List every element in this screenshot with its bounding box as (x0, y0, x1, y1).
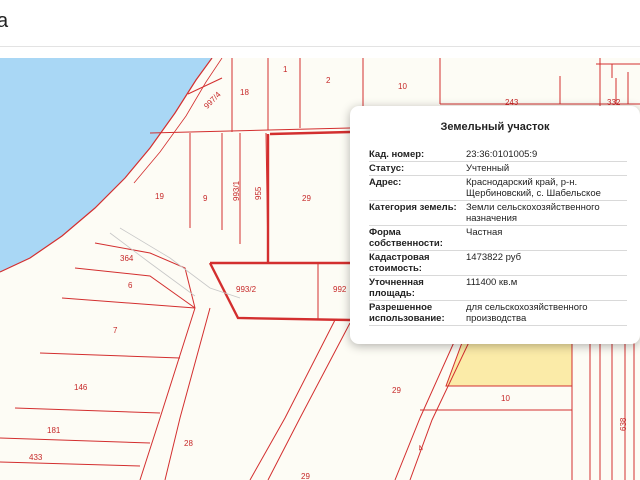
selected-parcel[interactable] (445, 339, 573, 387)
parcel-label: 7 (113, 326, 118, 335)
detail-label: Форма собственности: (369, 227, 443, 249)
parcel-label: 29 (302, 194, 311, 203)
detail-value: Краснодарский край, р-н. Щербиновский, с… (466, 177, 601, 199)
detail-row-cadastral-number: Кад. номер: 23:36:0101005:9 (369, 148, 627, 162)
popup-details: Кад. номер: 23:36:0101005:9 Статус: Учте… (369, 148, 627, 326)
detail-label: Разрешенное использование: (369, 302, 445, 324)
parcel-label: 992 (333, 285, 347, 294)
parcel-label: 6 (128, 281, 133, 290)
parcel-label: 433 (29, 453, 43, 462)
detail-row-status: Статус: Учтенный (369, 162, 627, 176)
parcel-label: 10 (501, 394, 510, 403)
parcel-label: 19 (155, 192, 164, 201)
parcel-label: 28 (184, 439, 193, 448)
parcel-info-popup: Земельный участок Кад. номер: 23:36:0101… (350, 106, 640, 344)
parcel-label: 638 (619, 417, 628, 431)
detail-label: Уточненная площадь: (369, 277, 424, 299)
parcel-label: 10 (398, 82, 407, 91)
parcel-label: 364 (120, 254, 134, 263)
detail-row-cadastral-value: Кадастровая стоимость: 1473822 руб (369, 251, 627, 276)
detail-row-permitted-use: Разрешенное использование: для сельскохо… (369, 301, 627, 326)
detail-label: Кад. номер: (369, 149, 425, 160)
detail-label: Статус: (369, 163, 405, 174)
detail-row-land-category: Категория земель: Земли сельскохозяйстве… (369, 201, 627, 226)
top-bar: а (0, 0, 640, 47)
detail-value: Учтенный (466, 163, 510, 174)
parcel-label: 29 (392, 386, 401, 395)
detail-label: Адрес: (369, 177, 402, 188)
parcel-label: 993/2 (236, 285, 257, 294)
detail-value: для сельскохозяйственного производства (466, 302, 588, 324)
parcel-label: 29 (301, 472, 310, 480)
parcel-label: 1 (283, 65, 288, 74)
parcel-label: 18 (240, 88, 249, 97)
page-title: а (0, 10, 9, 32)
detail-label: Кадастровая стоимость: (369, 252, 430, 274)
detail-row-address: Адрес: Краснодарский край, р-н. Щербинов… (369, 176, 627, 201)
popup-title: Земельный участок (440, 121, 550, 133)
parcel-label: 9 (203, 194, 208, 203)
detail-row-ownership: Форма собственности: Частная (369, 226, 627, 251)
detail-value: 1473822 руб (466, 252, 522, 263)
parcel-label: 955 (254, 186, 263, 200)
parcel-label: 993/1 (232, 180, 241, 201)
parcel-label: 2 (326, 76, 331, 85)
parcel-label: 181 (47, 426, 61, 435)
detail-value: 23:36:0101005:9 (466, 149, 538, 160)
detail-value: 111400 кв.м (466, 277, 518, 288)
parcel-label: 146 (74, 383, 88, 392)
detail-value: Земли сельскохозяйственного назначения (466, 202, 600, 224)
detail-row-area: Уточненная площадь: 111400 кв.м (369, 276, 627, 301)
detail-value: Частная (466, 227, 503, 238)
detail-label: Категория земель: (369, 202, 457, 213)
